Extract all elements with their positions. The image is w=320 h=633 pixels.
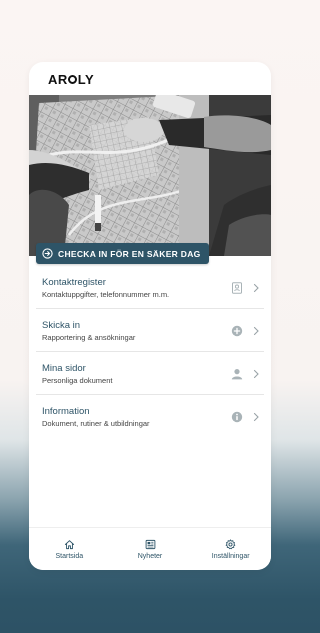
chevron-right-icon: [253, 412, 259, 422]
person-icon: [231, 368, 243, 380]
info-circle-icon: [231, 411, 243, 423]
checkin-label: CHECKA IN FÖR EN SÄKER DAG: [58, 248, 201, 259]
menu-item-subtitle: Kontaktuppgifter, telefonnummer m.m.: [42, 290, 170, 299]
tab-label: Inställningar: [211, 552, 250, 560]
app-logo: AR LY: [48, 72, 94, 87]
chevron-right-icon: [253, 283, 259, 293]
tab-startsida[interactable]: Startsida: [29, 528, 110, 570]
menu-item-mina-sidor[interactable]: Mina sidor Personliga dokument: [36, 352, 264, 395]
logo-o-mark: [68, 75, 78, 84]
arrow-circle-right-icon: [42, 248, 53, 259]
plus-circle-icon: [231, 325, 243, 337]
logo-text-start: AR: [48, 72, 68, 87]
newspaper-icon: [145, 539, 155, 549]
hero-photo: [29, 95, 271, 256]
menu-item-subtitle: Personliga dokument: [42, 376, 113, 385]
chevron-right-icon: [253, 326, 259, 336]
menu-item-subtitle: Rapportering & ansökningar: [42, 333, 136, 342]
menu-item-title: Mina sidor: [42, 363, 86, 374]
menu-item-skicka-in[interactable]: Skicka in Rapportering & ansökningar: [36, 309, 264, 352]
app-card: AR LY CHECKA IN FÖR EN SÄKER DAG Kontakt…: [29, 62, 271, 570]
gear-icon: [225, 538, 236, 549]
menu-item-information[interactable]: Information Dokument, rutiner & utbildni…: [36, 395, 264, 437]
menu-item-title: Skicka in: [42, 320, 81, 331]
chevron-right-icon: [253, 369, 259, 379]
tab-nyheter[interactable]: Nyheter: [110, 528, 191, 570]
tab-label: Nyheter: [137, 552, 163, 560]
checkin-button[interactable]: CHECKA IN FÖR EN SÄKER DAG: [36, 243, 209, 264]
contact-card-icon: [231, 282, 243, 294]
menu-item-title: Kontaktregister: [42, 277, 106, 288]
menu-item-title: Information: [42, 406, 90, 417]
menu-item-subtitle: Dokument, rutiner & utbildningar: [42, 419, 150, 428]
tab-label: Startsida: [55, 552, 84, 560]
bottom-tab-bar: Startsida Nyheter Inställningar: [29, 527, 271, 570]
tab-installningar[interactable]: Inställningar: [190, 528, 271, 570]
main-menu: Kontaktregister Kontaktuppgifter, telefo…: [36, 266, 264, 437]
logo-text-end: LY: [77, 72, 95, 87]
menu-item-kontaktregister[interactable]: Kontaktregister Kontaktuppgifter, telefo…: [36, 266, 264, 309]
home-icon: [64, 539, 74, 549]
hero-image: [29, 95, 271, 256]
